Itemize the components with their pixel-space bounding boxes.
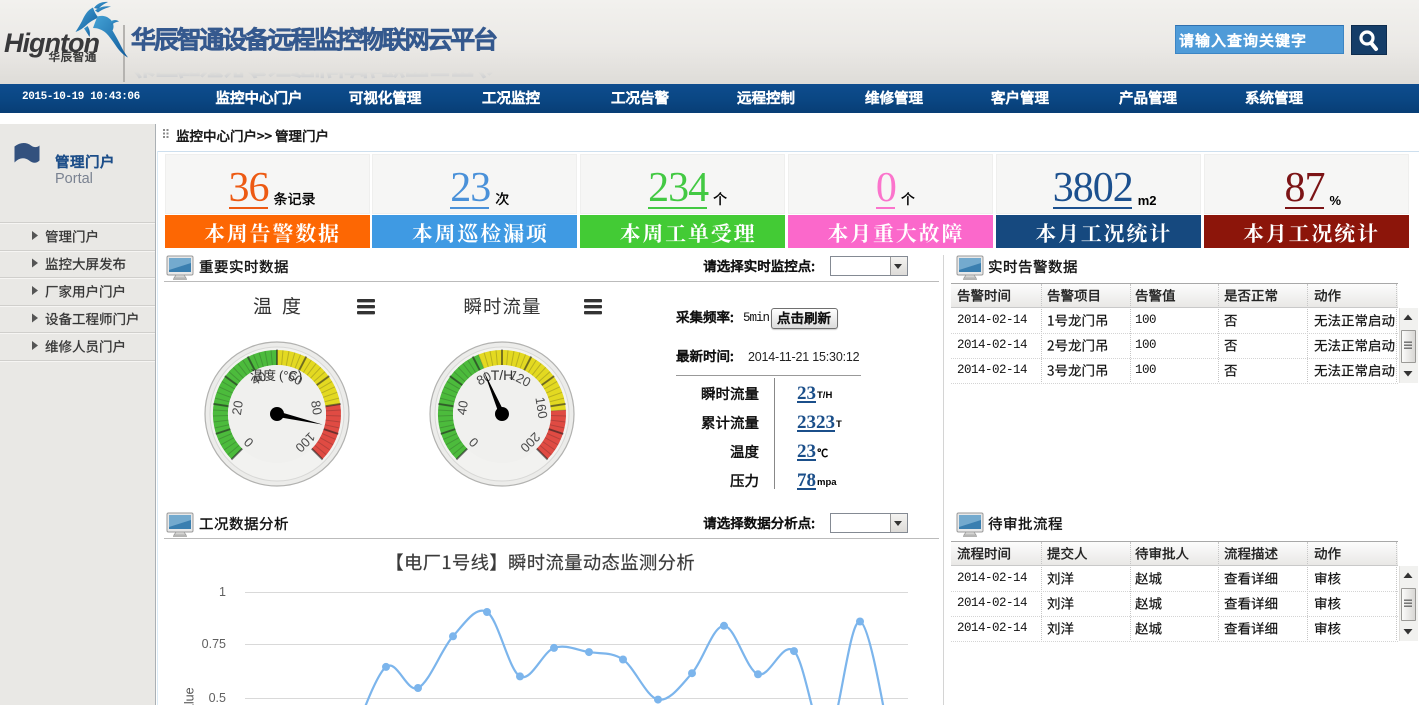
svg-text:0: 0 xyxy=(241,434,257,450)
svg-text:60: 60 xyxy=(285,368,305,388)
svg-text:200: 200 xyxy=(517,429,543,455)
svg-text:100: 100 xyxy=(292,429,318,455)
svg-text:160: 160 xyxy=(532,396,550,420)
svg-text:120: 120 xyxy=(507,367,533,390)
svg-text:(°C): (°C) xyxy=(279,368,302,383)
svg-text:40: 40 xyxy=(454,399,471,416)
svg-text:40: 40 xyxy=(249,368,269,388)
svg-text:80: 80 xyxy=(308,399,325,416)
svg-text:20: 20 xyxy=(229,399,246,416)
svg-text:0: 0 xyxy=(466,434,482,450)
svg-text:80: 80 xyxy=(474,368,494,388)
svg-text:T/H: T/H xyxy=(491,367,514,383)
